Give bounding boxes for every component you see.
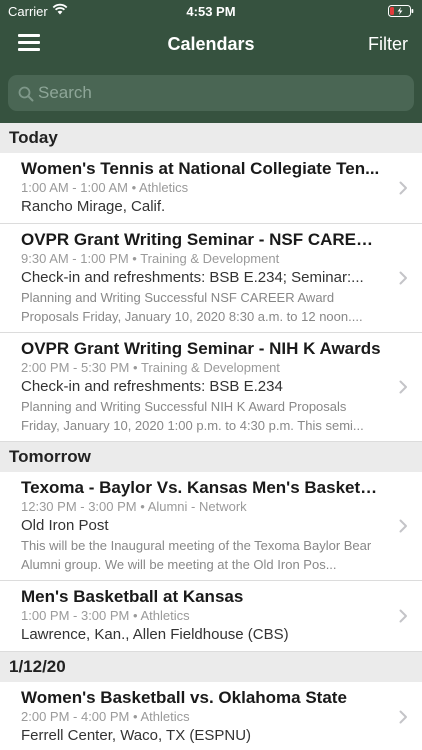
event-description: Planning and Writing Successful NSF CARE… bbox=[21, 290, 363, 324]
event-meta: 9:30 AM - 1:00 PM • Training & Developme… bbox=[21, 250, 382, 268]
meta-separator: • bbox=[127, 180, 140, 195]
event-meta: 12:30 PM - 3:00 PM • Alumni - Network bbox=[21, 498, 382, 516]
event-meta: 1:00 AM - 1:00 AM • Athletics bbox=[21, 179, 382, 197]
section-header: Tomorrow bbox=[0, 442, 422, 472]
search-bar-container bbox=[0, 65, 422, 123]
search-icon bbox=[18, 86, 34, 102]
meta-separator: • bbox=[136, 499, 148, 514]
event-category: Athletics bbox=[139, 180, 189, 195]
event-list[interactable]: Today Women's Tennis at National Collegia… bbox=[0, 123, 422, 750]
event-title: Men's Basketball at Kansas bbox=[21, 587, 244, 606]
event-description: Planning and Writing Successful NIH K Aw… bbox=[21, 399, 364, 433]
event-time: 12:30 PM - 3:00 PM bbox=[21, 499, 137, 514]
event-location: Check-in and refreshments: BSB E.234 bbox=[21, 378, 283, 395]
event-time: 9:30 AM - 1:00 PM bbox=[21, 251, 129, 266]
meta-separator: • bbox=[129, 709, 141, 724]
event-location: Ferrell Center, Waco, TX (ESPNU) bbox=[21, 727, 252, 744]
event-description: This will be the Inaugural meeting of th… bbox=[21, 538, 372, 572]
section-header: Today bbox=[0, 123, 422, 153]
chevron-right-icon bbox=[399, 181, 407, 195]
event-category: Athletics bbox=[140, 608, 190, 623]
chevron-right-icon bbox=[399, 710, 407, 724]
section-header: 1/12/20 bbox=[0, 652, 422, 682]
event-row[interactable]: Men's Basketball at Kansas 1:00 PM - 3:00… bbox=[0, 581, 422, 652]
meta-separator: • bbox=[128, 251, 141, 266]
event-category: Athletics bbox=[140, 709, 190, 724]
event-row[interactable]: Women's Basketball vs. Oklahoma State 2:0… bbox=[0, 682, 422, 750]
event-title: OVPR Grant Writing Seminar - NSF CAREER.… bbox=[21, 230, 382, 249]
chevron-right-icon bbox=[399, 380, 407, 394]
event-meta: 1:00 PM - 3:00 PM • Athletics bbox=[21, 607, 382, 625]
event-time: 1:00 PM - 3:00 PM bbox=[21, 608, 130, 623]
app-header: Carrier 4:53 PM Calendars Filter bbox=[0, 0, 422, 123]
meta-separator: • bbox=[129, 360, 141, 375]
event-title: OVPR Grant Writing Seminar - NIH K Award… bbox=[21, 339, 381, 358]
chevron-right-icon bbox=[399, 519, 407, 533]
filter-button[interactable]: Filter bbox=[368, 34, 408, 55]
clock: 4:53 PM bbox=[186, 4, 236, 19]
event-row[interactable]: Texoma - Baylor Vs. Kansas Men's Basketb… bbox=[0, 472, 422, 581]
search-bar[interactable] bbox=[8, 75, 414, 111]
event-category: Training & Development bbox=[140, 360, 280, 375]
event-category: Training & Development bbox=[140, 251, 280, 266]
event-row[interactable]: OVPR Grant Writing Seminar - NSF CAREER.… bbox=[0, 224, 422, 333]
event-location: Lawrence, Kan., Allen Fieldhouse (CBS) bbox=[21, 626, 289, 643]
chevron-right-icon bbox=[399, 609, 407, 623]
event-row[interactable]: Women's Tennis at National Collegiate Te… bbox=[0, 153, 422, 224]
battery-icon bbox=[388, 5, 414, 17]
status-bar: Carrier 4:53 PM bbox=[0, 0, 422, 22]
meta-separator: • bbox=[129, 608, 141, 623]
page-title: Calendars bbox=[167, 34, 255, 54]
event-time: 1:00 AM - 1:00 AM bbox=[21, 180, 128, 195]
event-row[interactable]: OVPR Grant Writing Seminar - NIH K Award… bbox=[0, 333, 422, 442]
event-title: Women's Tennis at National Collegiate Te… bbox=[21, 159, 380, 178]
event-meta: 2:00 PM - 5:30 PM • Training & Developme… bbox=[21, 359, 382, 377]
chevron-right-icon bbox=[399, 271, 407, 285]
navigation-bar: Calendars Filter bbox=[0, 22, 422, 65]
event-title: Women's Basketball vs. Oklahoma State bbox=[21, 688, 347, 707]
event-category: Alumni - Network bbox=[147, 499, 247, 514]
event-title: Texoma - Baylor Vs. Kansas Men's Basketb… bbox=[21, 478, 382, 497]
search-input[interactable] bbox=[38, 75, 408, 111]
event-time: 2:00 PM - 4:00 PM bbox=[21, 709, 130, 724]
event-time: 2:00 PM - 5:30 PM bbox=[21, 360, 130, 375]
event-location: Rancho Mirage, Calif. bbox=[21, 198, 166, 215]
event-meta: 2:00 PM - 4:00 PM • Athletics bbox=[21, 708, 382, 726]
event-location: Check-in and refreshments: BSB E.234; Se… bbox=[21, 269, 364, 286]
event-location: Old Iron Post bbox=[21, 517, 109, 534]
